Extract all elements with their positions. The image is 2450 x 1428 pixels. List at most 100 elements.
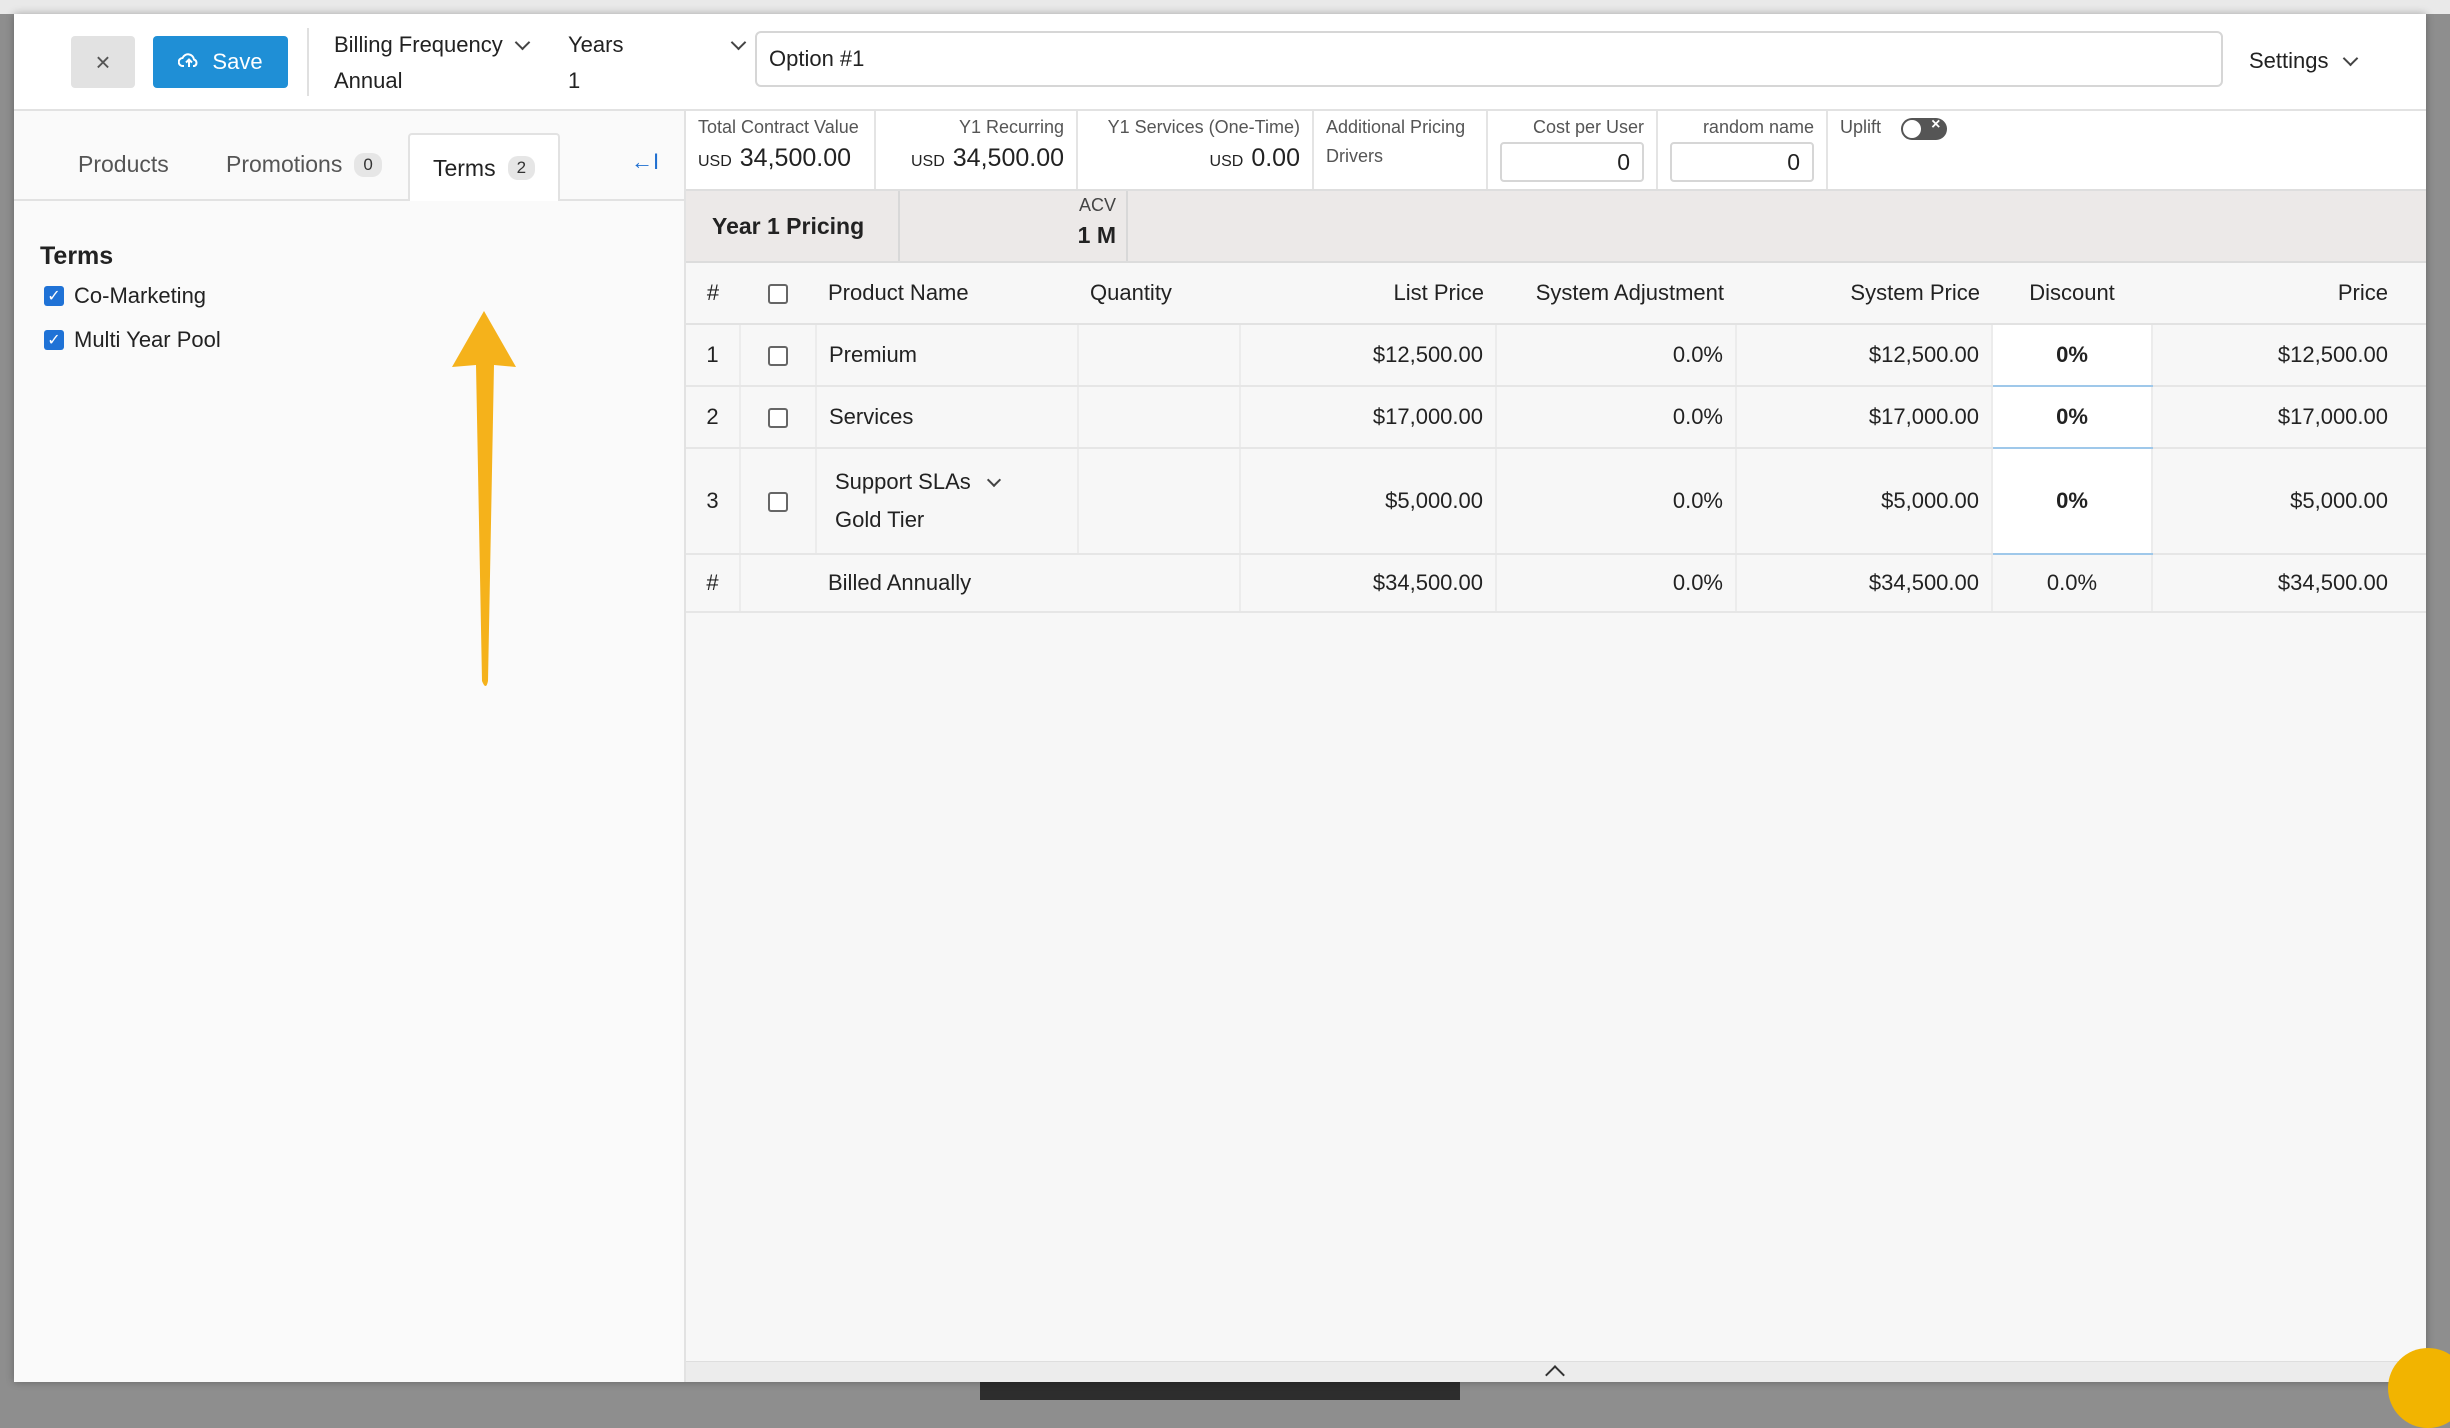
row-checkbox[interactable] (768, 346, 788, 367)
footer-system-price: $34,500.00 (1736, 554, 1993, 613)
billing-frequency-select[interactable]: Billing Frequency Annual (334, 32, 531, 94)
checkbox-checked-icon[interactable]: ✓ (44, 330, 64, 350)
row-number: 1 (686, 324, 741, 387)
option-name-input[interactable]: Option #1 (755, 31, 2223, 87)
pricing-table: # Product Name Quantity List Price Syste… (686, 263, 2426, 613)
metric-label: Y1 Recurring (958, 117, 1064, 137)
tab-products[interactable]: Products (78, 151, 169, 178)
product-name-cell: Support SLAs Gold Tier (816, 448, 1079, 555)
table-row: 2 Services $17,000.00 0.0% $17,000.00 0%… (686, 386, 2426, 449)
checkbox-checked-icon[interactable]: ✓ (44, 286, 64, 306)
pricing-panel: Total Contract Value USD 34,500.00 Y1 Rec… (686, 111, 2426, 1382)
list-price-cell: $17,000.00 (1240, 386, 1497, 449)
chevron-up-icon[interactable] (1545, 1365, 1565, 1382)
footer-number: # (686, 554, 741, 613)
collapse-panel-icon[interactable]: ←I (631, 149, 659, 175)
row-number: 2 (686, 386, 741, 449)
metric-value: 0.00 (1251, 144, 1300, 172)
cost-per-user-input[interactable]: 0 (1500, 142, 1644, 182)
row-checkbox[interactable] (768, 408, 788, 429)
table-row: 3 Support SLAs Gold Tier $5,000.00 0.0% … (686, 448, 2426, 555)
currency-label: USD (1209, 153, 1244, 170)
close-button[interactable]: × (71, 36, 135, 88)
save-label: Save (212, 49, 263, 74)
row-checkbox-cell (740, 386, 817, 449)
chevron-down-icon (730, 34, 747, 50)
sidebar-panel: Products Promotions 0 Terms 2 ←I Terms ✓… (14, 111, 686, 1382)
row-checkbox-cell (740, 324, 817, 387)
annotation-arrow-icon (452, 311, 516, 686)
quantity-cell[interactable] (1078, 386, 1241, 449)
panel-footer (686, 1361, 2426, 1382)
chevron-down-icon (2342, 50, 2358, 66)
years-select[interactable]: Years 1 (568, 32, 747, 94)
column-header-price[interactable]: Price (2152, 263, 2426, 325)
uplift-toggle[interactable]: × (1901, 115, 1948, 140)
adjustment-cell: 0.0% (1496, 386, 1737, 449)
driver-random-name: random name 0 (1658, 111, 1828, 189)
column-header-system-price[interactable]: System Price (1736, 263, 1992, 325)
product-name: Support SLAs (835, 469, 971, 494)
toggle-off-icon: × (1931, 115, 1941, 133)
quantity-cell[interactable] (1078, 324, 1241, 387)
system-price-cell: $12,500.00 (1736, 324, 1993, 387)
select-all-checkbox[interactable] (768, 284, 788, 305)
uplift-label: Uplift (1840, 117, 1882, 137)
acv-label: ACV (1078, 195, 1116, 215)
terms-section-title: Terms (40, 242, 114, 270)
settings-label: Settings (2249, 48, 2329, 73)
adjustment-cell: 0.0% (1496, 448, 1737, 555)
footer-adjustment: 0.0% (1496, 554, 1737, 613)
product-name: Services (816, 386, 1079, 449)
random-name-input[interactable]: 0 (1670, 142, 1814, 182)
quantity-cell[interactable] (1078, 448, 1241, 555)
toggle-knob (1903, 119, 1922, 138)
column-header-list-price[interactable]: List Price (1240, 263, 1496, 325)
list-price-cell: $12,500.00 (1240, 324, 1497, 387)
row-checkbox[interactable] (768, 492, 788, 513)
years-label: Years (568, 32, 624, 57)
billing-frequency-label: Billing Frequency (334, 32, 503, 57)
footer-spacer (740, 554, 816, 613)
discount-input[interactable]: 0% (1992, 324, 2153, 387)
column-header-adjustment[interactable]: System Adjustment (1496, 263, 1736, 325)
metric-label: Drivers (1326, 146, 1383, 166)
years-value: 1 (568, 68, 581, 93)
footer-discount: 0.0% (1992, 554, 2153, 613)
cloud-upload-icon (178, 49, 200, 75)
tab-label: Promotions (226, 151, 343, 177)
tab-count-badge: 2 (507, 156, 536, 180)
settings-dropdown[interactable]: Settings (2249, 48, 2358, 74)
year-pricing-title-cell: Year 1 Pricing (686, 191, 900, 261)
billing-frequency-value: Annual (334, 68, 403, 93)
column-header-product[interactable]: Product Name (816, 263, 1078, 325)
discount-input[interactable]: 0% (1992, 386, 2153, 449)
column-header-number: # (686, 263, 740, 325)
term-multi-year-pool[interactable]: ✓ Multi Year Pool (44, 327, 221, 353)
column-header-quantity[interactable]: Quantity (1078, 263, 1240, 325)
driver-cost-per-user: Cost per User 0 (1488, 111, 1658, 189)
discount-input[interactable]: 0% (1992, 448, 2153, 555)
product-variant-select[interactable]: Support SLAs (835, 469, 1065, 495)
header-divider (307, 28, 309, 96)
metric-label: Y1 Services (One-Time) (1107, 117, 1300, 137)
close-icon: × (95, 46, 111, 77)
currency-label: USD (698, 153, 732, 170)
additional-pricing-drivers-label: Additional Pricing Drivers (1314, 111, 1488, 189)
column-header-discount[interactable]: Discount (1992, 263, 2152, 325)
year-pricing-band: Year 1 Pricing ACV 1 M (686, 191, 2426, 263)
tab-label: Products (78, 151, 169, 177)
price-cell: $5,000.00 (2152, 448, 2426, 555)
metric-value: 34,500.00 (952, 144, 1064, 172)
year-pricing-title: Year 1 Pricing (712, 213, 865, 239)
tab-label: Terms (432, 154, 496, 181)
system-price-cell: $17,000.00 (1736, 386, 1993, 449)
system-price-cell: $5,000.00 (1736, 448, 1993, 555)
save-button[interactable]: Save (153, 36, 288, 88)
footer-price: $34,500.00 (2152, 554, 2426, 613)
term-co-marketing[interactable]: ✓ Co-Marketing (44, 283, 206, 309)
list-price-cell: $5,000.00 (1240, 448, 1497, 555)
chevron-down-icon (986, 473, 1001, 488)
tab-terms[interactable]: Terms 2 (408, 133, 560, 201)
tab-promotions[interactable]: Promotions 0 (226, 151, 382, 178)
